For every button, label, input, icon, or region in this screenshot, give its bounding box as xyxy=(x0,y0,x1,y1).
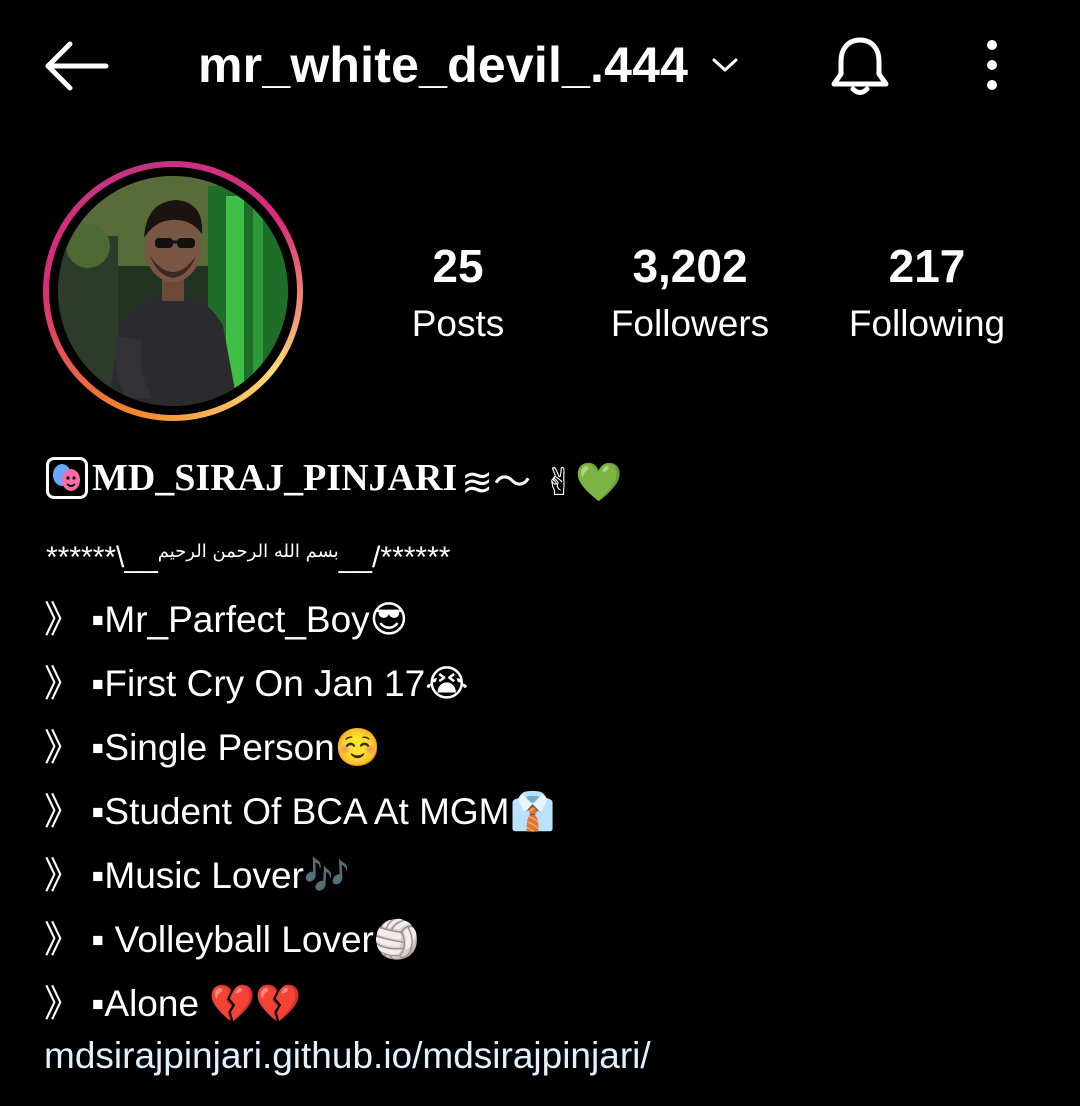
bio-arabic-text: بسم الله الرحمن الرحيم xyxy=(157,541,339,562)
bell-icon xyxy=(831,37,889,95)
posts-value: 25 xyxy=(432,240,484,292)
posts-count[interactable]: 25 Posts xyxy=(388,236,528,352)
bio-bismillah-line: ******\__بسم الله الرحمن الرحيم__/****** xyxy=(46,526,450,584)
followers-value: 3,202 xyxy=(632,240,748,292)
bio-stars-left: ******\__ xyxy=(46,541,158,574)
display-name: MD_SIRAJ_PINJARI ≋〜 ✌💚 xyxy=(46,450,622,506)
chevron-down-icon xyxy=(712,58,738,72)
bio-line: 》 ▪Music Lover🎶 xyxy=(44,855,350,896)
display-name-suffix: ≋〜 ✌💚 xyxy=(461,459,623,504)
followers-label: Followers xyxy=(610,303,770,344)
following-value: 217 xyxy=(888,240,966,292)
more-vertical-icon xyxy=(987,40,997,90)
theater-masks-icon xyxy=(46,457,88,499)
bio-line: 》 ▪Mr_Parfect_Boy😎 xyxy=(44,599,409,640)
bio-line: 》 ▪Student Of BCA At MGM👔 xyxy=(44,791,556,832)
profile-picture-story-ring[interactable] xyxy=(43,161,303,421)
bio-line: 》 ▪Alone 💔💔 xyxy=(44,983,302,1024)
more-options-button[interactable] xyxy=(972,38,1012,92)
bio-line: 》 ▪First Cry On Jan 17😭 xyxy=(44,663,469,704)
username: mr_white_devil_.444 xyxy=(198,37,689,93)
bio-line: 》 ▪ Volleyball Lover🏐 xyxy=(44,919,420,960)
display-name-text: MD_SIRAJ_PINJARI xyxy=(92,457,458,499)
account-switcher[interactable]: mr_white_devil_.444 xyxy=(198,30,740,100)
bio-stars-right: __/****** xyxy=(338,541,451,574)
followers-count[interactable]: 3,202 Followers xyxy=(590,236,790,352)
top-bar: mr_white_devil_.444 xyxy=(0,0,1080,130)
back-button[interactable] xyxy=(40,36,112,96)
bio-line: 》 ▪Single Person☺️ xyxy=(44,727,381,768)
notifications-button[interactable] xyxy=(826,30,894,100)
back-arrow-icon xyxy=(45,41,109,91)
website-link[interactable]: mdsirajpinjari.github.io/mdsirajpinjari/ xyxy=(44,1030,651,1082)
avatar xyxy=(58,176,288,406)
posts-label: Posts xyxy=(411,303,505,344)
following-label: Following xyxy=(848,303,1006,344)
following-count[interactable]: 217 Following xyxy=(838,236,1016,352)
